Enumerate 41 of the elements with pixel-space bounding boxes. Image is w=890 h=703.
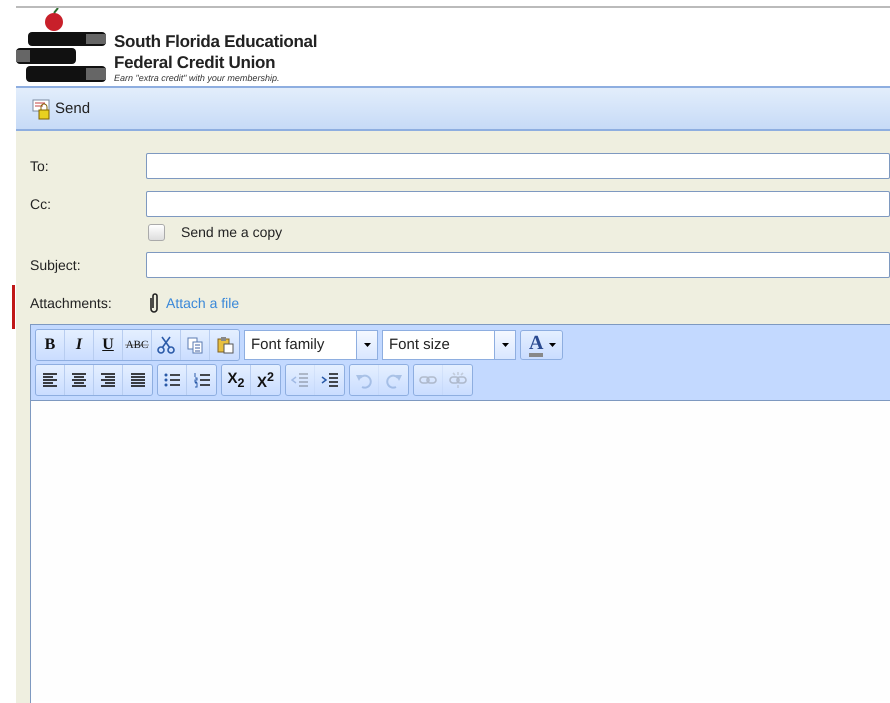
cc-field[interactable]: [146, 191, 890, 217]
field-label: Cc:: [30, 196, 52, 212]
checkbox[interactable]: [148, 224, 165, 240]
field-label: Subject:: [30, 257, 82, 273]
justify-icon: [128, 371, 146, 389]
caret-icon: [502, 343, 508, 347]
caret-icon: [549, 343, 556, 347]
logo-icon: [16, 8, 108, 84]
font-size-select[interactable]: Font size: [382, 330, 516, 360]
align-center-icon: [70, 371, 88, 389]
checkbox-label: Send me a copy: [181, 224, 282, 240]
tagline: Earn "extra credit" with your membership.: [114, 73, 280, 83]
field-label: To:: [30, 158, 50, 174]
envelope-lock-icon: [30, 98, 52, 120]
font-family-select[interactable]: Font family: [244, 330, 378, 360]
brand-name: Federal Credit Union: [114, 52, 276, 73]
align-right-icon: [99, 371, 117, 389]
align-left-icon: [41, 371, 59, 389]
outdent-icon: [291, 371, 309, 389]
field-label: Attachments:: [30, 295, 113, 311]
unlink-icon: [448, 371, 466, 389]
send-button[interactable]: Send: [26, 98, 94, 120]
subject-field[interactable]: [146, 252, 890, 278]
paste-icon: [216, 336, 234, 354]
copy-icon: [186, 336, 204, 354]
indent-icon: [320, 371, 338, 389]
format-button[interactable]: ABC: [123, 330, 152, 360]
brand-name: South Florida Educational: [114, 31, 318, 52]
format-button[interactable]: X$^{2}$: [251, 365, 280, 395]
format-button[interactable]: I: [65, 330, 94, 360]
format-button[interactable]: U: [94, 330, 123, 360]
format-button[interactable]: B: [36, 330, 65, 360]
bulleted-list-icon: [163, 371, 181, 389]
scissors-icon: [157, 336, 175, 354]
text-color-button[interactable]: A: [520, 330, 564, 360]
focus-marker: [12, 285, 15, 329]
numbered-list-icon: [192, 371, 210, 389]
to-field[interactable]: [146, 153, 890, 179]
paperclip-icon: [148, 292, 160, 314]
caret-icon: [364, 343, 370, 347]
format-button[interactable]: X$_{2}$: [222, 365, 251, 395]
